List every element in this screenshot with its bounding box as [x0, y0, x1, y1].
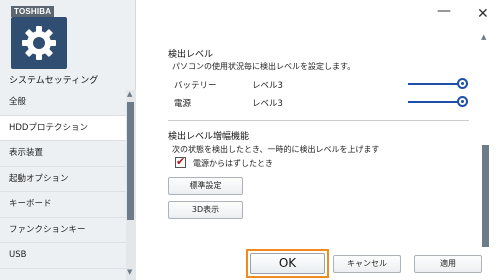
content-scrollbar[interactable]: ▲	[481, 33, 490, 247]
sidebar-item-display[interactable]: 表示装置	[0, 141, 126, 167]
sidebar: TOSHIBA システムセッティング 全般 HDDプロテクション 表示装置 起動…	[0, 0, 136, 280]
app-logo	[11, 17, 67, 69]
detection-level-title: 検出レベル	[168, 50, 214, 60]
battery-slider-thumb[interactable]	[457, 78, 468, 89]
scroll-down-icon[interactable]: ▼	[127, 268, 132, 276]
sidebar-scrollbar[interactable]: ▲ ▼	[126, 90, 136, 280]
sidebar-nav: 全般 HDDプロテクション 表示装置 起動オプション キーボード ファンクション…	[0, 90, 126, 269]
sidebar-item-usb[interactable]: USB	[0, 243, 126, 269]
ac-power-slider-thumb[interactable]	[457, 96, 468, 107]
ok-button[interactable]: OK	[250, 253, 325, 274]
ac-power-label: 電源	[174, 99, 192, 109]
apply-button[interactable]: 適用	[414, 255, 482, 273]
ac-power-level-value: レベル3	[252, 99, 283, 109]
brand-logo: TOSHIBA	[11, 6, 55, 17]
close-button[interactable]: ✕	[477, 6, 489, 22]
sidebar-item-general[interactable]: 全般	[0, 90, 126, 116]
scroll-up-icon[interactable]: ▲	[127, 90, 132, 98]
gear-icon	[22, 26, 56, 60]
unplugged-checkbox[interactable]	[175, 155, 186, 168]
minimize-button[interactable]: —	[437, 3, 451, 19]
sidebar-item-keyboard[interactable]: キーボード	[0, 192, 126, 218]
content-scroll-up-icon[interactable]: ▲	[481, 33, 486, 41]
sidebar-scroll-thumb[interactable]	[127, 102, 134, 220]
battery-level-value: レベル3	[252, 81, 283, 91]
battery-label: バッテリー	[174, 81, 217, 91]
content-scroll-thumb[interactable]	[482, 145, 489, 247]
detection-level-description: パソコンの使用状況毎に検出レベルを設定します。	[172, 62, 356, 71]
amplify-description: 次の状態を検出したとき、一時的に検出レベルを上げます	[172, 145, 380, 154]
sidebar-item-hdd-protection[interactable]: HDDプロテクション	[0, 115, 126, 141]
section-divider	[168, 120, 469, 121]
default-settings-button[interactable]: 標準設定	[168, 177, 243, 195]
app-title: システムセッティング	[9, 76, 99, 86]
cancel-button[interactable]: キャンセル	[333, 255, 401, 273]
sidebar-item-boot-options[interactable]: 起動オプション	[0, 167, 126, 192]
view-3d-button[interactable]: 3D表示	[168, 201, 243, 219]
sidebar-item-function-keys[interactable]: ファンクションキー	[0, 218, 126, 243]
amplify-title: 検出レベル増幅機能	[168, 132, 250, 142]
unplugged-checkbox-label[interactable]: 電源からはずしたとき	[193, 158, 273, 169]
